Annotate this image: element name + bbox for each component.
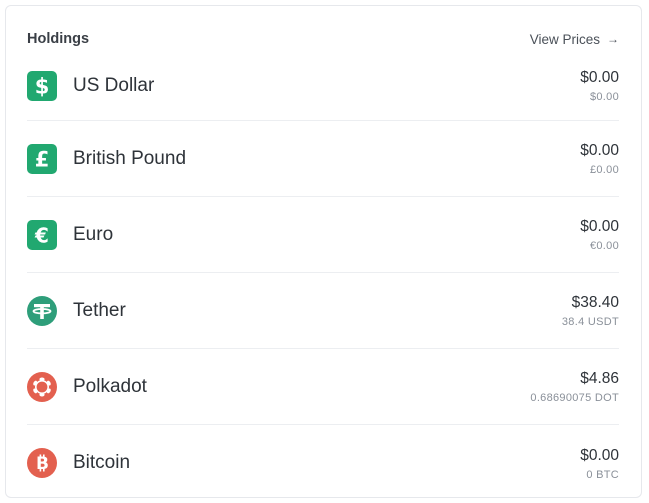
svg-text:B: B bbox=[36, 454, 49, 474]
polkadot-icon bbox=[27, 371, 57, 402]
holding-row-polkadot[interactable]: Polkadot $4.86 0.68690075 DOT bbox=[27, 349, 619, 425]
holding-amounts: $4.86 0.68690075 DOT bbox=[530, 369, 619, 404]
holding-value-usd: $0.00 bbox=[580, 69, 619, 86]
euro-icon: € bbox=[27, 219, 57, 250]
svg-text:€: € bbox=[34, 223, 49, 247]
holding-row-tether[interactable]: Tether $38.40 38.4 USDT bbox=[27, 273, 619, 349]
holding-name: Euro bbox=[73, 223, 114, 245]
holding-amounts: $0.00 0 BTC bbox=[580, 446, 619, 481]
holding-balance: 0 BTC bbox=[586, 468, 619, 481]
holding-value-usd: $0.00 bbox=[580, 218, 619, 235]
holdings-title: Holdings bbox=[27, 31, 90, 47]
holding-name: British Pound bbox=[73, 147, 187, 169]
arrow-right-icon: → bbox=[607, 32, 619, 46]
holding-value-usd: $0.00 bbox=[580, 446, 619, 464]
tether-icon bbox=[27, 295, 57, 326]
svg-text:$: $ bbox=[35, 74, 50, 98]
svg-text:£: £ bbox=[35, 147, 50, 171]
holding-value-usd: $4.86 bbox=[580, 370, 619, 387]
bitcoin-icon: B bbox=[27, 448, 57, 478]
holding-balance: 0.68690075 DOT bbox=[530, 392, 619, 404]
holdings-list: $ US Dollar $0.00 $0.00 £ British Pound … bbox=[27, 51, 619, 501]
holding-balance: £0.00 bbox=[589, 164, 619, 176]
holdings-header: Holdings View Prices → bbox=[27, 28, 619, 50]
holding-balance: $0.00 bbox=[589, 91, 619, 103]
dollar-icon: $ bbox=[27, 70, 57, 101]
holding-row-euro[interactable]: € Euro $0.00 €0.00 bbox=[27, 197, 619, 273]
view-prices-link[interactable]: View Prices → bbox=[530, 32, 619, 47]
holding-value-usd: $38.40 bbox=[571, 294, 619, 311]
holding-amounts: $0.00 €0.00 bbox=[580, 217, 619, 252]
holding-name: Tether bbox=[73, 299, 126, 321]
holding-row-british-pound[interactable]: £ British Pound $0.00 £0.00 bbox=[27, 121, 619, 197]
holding-name: Polkadot bbox=[73, 375, 147, 397]
holding-balance: 38.4 USDT bbox=[561, 316, 619, 328]
holding-value-usd: $0.00 bbox=[580, 142, 619, 159]
holding-name: Bitcoin bbox=[73, 452, 131, 473]
holding-balance: €0.00 bbox=[589, 240, 619, 252]
holding-name: US Dollar bbox=[73, 74, 155, 96]
view-prices-label: View Prices bbox=[529, 31, 600, 47]
holding-amounts: $38.40 38.4 USDT bbox=[562, 293, 619, 328]
holding-amounts: $0.00 £0.00 bbox=[580, 141, 619, 176]
holdings-card: Holdings View Prices → $ US Dollar $0.00… bbox=[5, 5, 642, 498]
holding-amounts: $0.00 $0.00 bbox=[580, 68, 619, 103]
holding-row-us-dollar[interactable]: $ US Dollar $0.00 $0.00 bbox=[27, 51, 619, 121]
holding-row-bitcoin[interactable]: B Bitcoin $0.00 0 BTC bbox=[27, 425, 619, 501]
pound-icon: £ bbox=[27, 143, 57, 174]
